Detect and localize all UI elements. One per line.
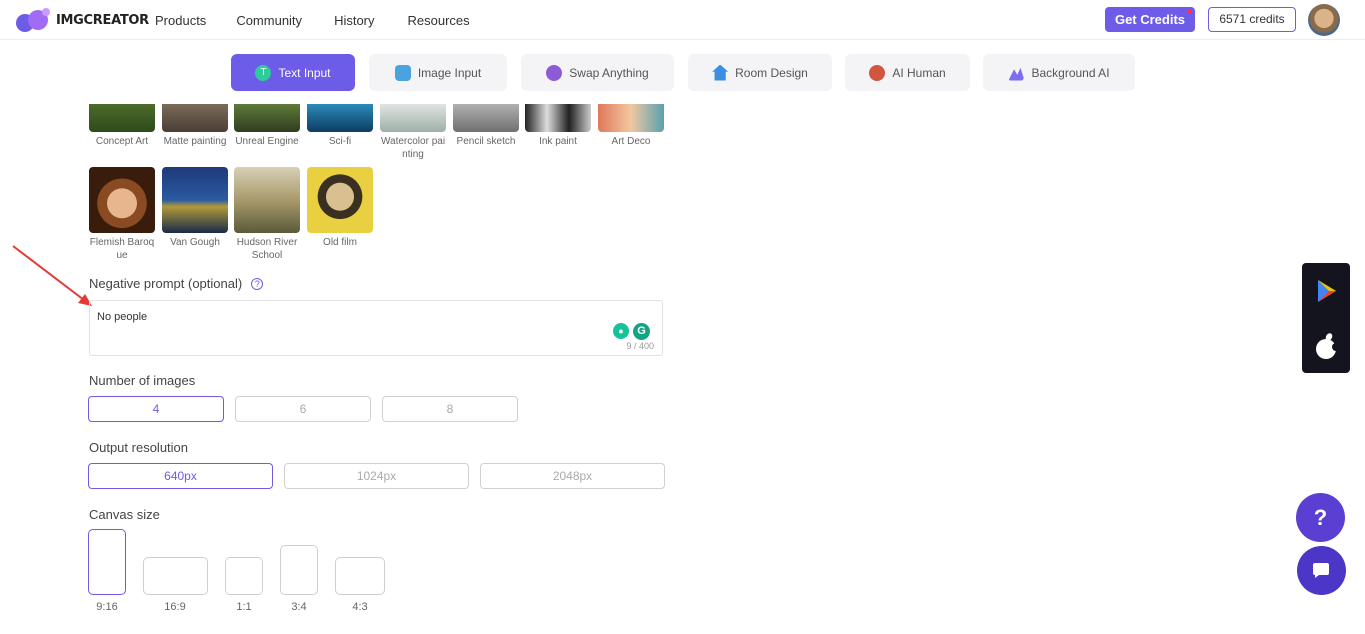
chat-icon <box>1313 563 1329 578</box>
canvas-label-3-4: 3:4 <box>291 601 307 613</box>
image-icon <box>394 64 411 81</box>
top-navigation-bar: IMGCREATOR Products Community History Re… <box>0 0 1365 40</box>
style-hudson-river-school[interactable]: Hudson River School <box>234 167 300 262</box>
annotation-arrow <box>12 245 92 306</box>
style-van-gough[interactable]: Van Gough <box>162 167 228 249</box>
tab-text-input[interactable]: T Text Input <box>231 54 355 91</box>
credits-balance[interactable]: 6571 credits <box>1208 7 1296 32</box>
tab-swap-anything[interactable]: Swap Anything <box>521 54 674 91</box>
grammarly-widgets: ● G <box>613 323 650 340</box>
resolution-option-1024[interactable]: 1024px <box>284 463 469 489</box>
style-concept-art[interactable]: Concept Art <box>89 104 155 148</box>
grammarly-icon[interactable]: G <box>633 323 650 340</box>
style-matte-painting[interactable]: Matte painting <box>162 104 228 148</box>
style-unreal-engine[interactable]: Unreal Engine <box>234 104 300 148</box>
style-thumbnail <box>307 167 373 233</box>
canvas-option-3-4[interactable] <box>280 545 318 595</box>
resolution-option-2048[interactable]: 2048px <box>480 463 665 489</box>
output-resolution-label: Output resolution <box>89 440 189 455</box>
text-icon: T <box>255 64 272 81</box>
imgcreator-logo[interactable]: IMGCREATOR <box>16 8 149 32</box>
tab-room-design[interactable]: Room Design <box>688 54 832 91</box>
style-sci-fi[interactable]: Sci-fi <box>307 104 373 148</box>
canvas-option-9-16[interactable] <box>88 529 126 595</box>
notification-dot <box>1187 9 1192 14</box>
bulb-icon[interactable]: ● <box>613 323 629 339</box>
tab-image-input[interactable]: Image Input <box>369 54 507 91</box>
style-thumbnail <box>525 104 591 132</box>
images-option-8[interactable]: 8 <box>382 396 518 422</box>
style-watercolor-painting[interactable]: Watercolor painting <box>380 104 446 161</box>
google-play-icon[interactable] <box>1314 278 1340 304</box>
style-flemish-baroque[interactable]: Flemish Baroque <box>89 167 155 262</box>
main-nav: Products Community History Resources <box>155 13 500 28</box>
house-icon <box>712 64 729 81</box>
tab-ai-human[interactable]: AI Human <box>845 54 970 91</box>
logo-text: IMGCREATOR <box>56 12 149 28</box>
style-thumbnail <box>453 104 519 132</box>
style-thumbnail <box>307 104 373 132</box>
canvas-option-1-1[interactable] <box>225 557 263 595</box>
chat-button[interactable] <box>1297 546 1346 595</box>
user-avatar[interactable] <box>1308 4 1340 36</box>
number-of-images-label: Number of images <box>89 373 196 388</box>
canvas-option-16-9[interactable] <box>143 557 208 595</box>
negative-prompt-label: Negative prompt (optional)? <box>89 276 264 291</box>
style-thumbnail <box>234 167 300 233</box>
resolution-option-640[interactable]: 640px <box>88 463 273 489</box>
canvas-label-1-1: 1:1 <box>236 601 252 613</box>
apple-icon[interactable] <box>1314 333 1338 359</box>
negative-prompt-textarea[interactable]: No people ● G 9 / 400 <box>89 300 663 356</box>
tab-background-ai[interactable]: Background AI <box>983 54 1135 91</box>
help-icon[interactable]: ? <box>251 278 264 290</box>
style-ink-paint[interactable]: Ink paint <box>525 104 591 148</box>
character-counter: 9 / 400 <box>626 341 654 351</box>
get-credits-label: Get Credits <box>1114 12 1186 27</box>
palette-icon <box>546 64 563 81</box>
nav-resources[interactable]: Resources <box>408 13 470 28</box>
negative-prompt-value: No people <box>97 311 148 323</box>
help-button[interactable]: ? <box>1296 493 1345 542</box>
images-option-6[interactable]: 6 <box>235 396 371 422</box>
style-pencil-sketch[interactable]: Pencil sketch <box>453 104 519 148</box>
logo-icon <box>16 8 52 32</box>
nav-history[interactable]: History <box>334 13 374 28</box>
style-thumbnail <box>89 167 155 233</box>
nav-community[interactable]: Community <box>236 13 302 28</box>
canvas-label-16-9: 16:9 <box>164 601 186 613</box>
style-thumbnail <box>380 104 446 132</box>
get-credits-button[interactable]: Get Credits <box>1105 7 1195 32</box>
canvas-option-4-3[interactable] <box>335 557 385 595</box>
face-icon <box>869 64 886 81</box>
style-art-deco[interactable]: Art Deco <box>598 104 664 148</box>
mountain-icon <box>1008 67 1025 81</box>
style-thumbnail <box>162 104 228 132</box>
style-thumbnail <box>598 104 664 132</box>
canvas-label-4-3: 4:3 <box>352 601 368 613</box>
canvas-size-label: Canvas size <box>89 507 160 522</box>
images-option-4[interactable]: 4 <box>88 396 224 422</box>
nav-products[interactable]: Products <box>155 13 206 28</box>
style-thumbnail <box>89 104 155 132</box>
style-old-film[interactable]: Old film <box>307 167 373 249</box>
style-thumbnail <box>234 104 300 132</box>
canvas-label-9-16: 9:16 <box>96 601 118 613</box>
app-download-panel <box>1302 263 1350 373</box>
style-thumbnail <box>162 167 228 233</box>
